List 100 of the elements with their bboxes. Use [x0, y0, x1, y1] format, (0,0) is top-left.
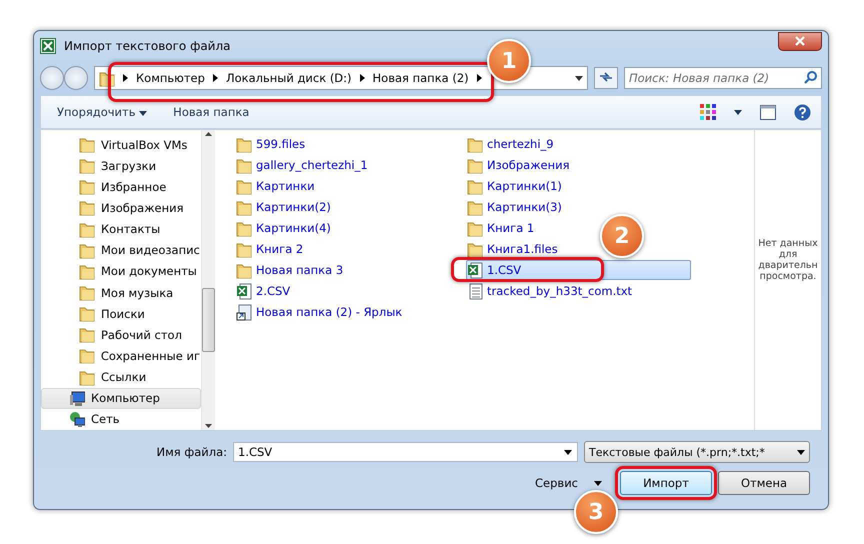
search-field[interactable]: Поиск: Новая папка (2)	[624, 67, 822, 89]
file-item[interactable]: Картинки	[235, 176, 316, 196]
file-item[interactable]: 2.CSV	[235, 281, 292, 301]
folder-icon	[79, 347, 95, 364]
folder-icon	[79, 368, 95, 386]
nav-item[interactable]: Мои видеозапис	[41, 240, 201, 261]
nav-item[interactable]: VirtualBox VMs	[41, 134, 201, 156]
preview-message: Нет данных для дварительн просмотра.	[757, 238, 819, 282]
file-item[interactable]: Новая папка (2) - Ярлык	[235, 302, 404, 322]
nav-item[interactable]: Сохраненные иг	[41, 345, 201, 367]
close-icon	[795, 36, 805, 46]
nav-item[interactable]: Рабочий стол	[41, 324, 201, 346]
organize-menu[interactable]: Упорядочить	[51, 103, 154, 121]
view-grid-icon	[700, 104, 716, 120]
nav-item[interactable]: Контакты	[41, 218, 201, 240]
file-item[interactable]: Книга 1	[466, 218, 536, 238]
scroll-down-icon	[205, 424, 212, 428]
folder-icon	[79, 262, 95, 280]
network-icon	[69, 410, 85, 428]
file-item[interactable]: Картинки(4)	[235, 218, 332, 238]
file-item[interactable]: Книга1.files	[466, 239, 559, 259]
back-button[interactable]	[40, 66, 64, 90]
file-item[interactable]: Картинки(3)	[466, 197, 563, 217]
file-item[interactable]: Новая папка 3	[235, 260, 344, 280]
file-item[interactable]: gallery_chertezhi_1	[235, 155, 369, 175]
folder-icon	[467, 240, 483, 258]
spreadsheet-app-icon	[40, 38, 56, 54]
filename-label: Имя файла:	[156, 445, 227, 459]
breadcrumb-item[interactable]: Компьютер	[136, 71, 205, 85]
spreadsheet-file-icon	[467, 262, 483, 278]
folder-icon	[236, 156, 252, 174]
chevron-icon	[360, 74, 365, 82]
nav-item[interactable]: Загрузки	[41, 155, 201, 176]
file-item[interactable]: Картинки(2)	[235, 197, 332, 217]
scroll-up-icon	[205, 132, 212, 136]
refresh-button[interactable]	[594, 67, 618, 89]
nav-item[interactable]: Изображения	[41, 197, 201, 219]
dropdown-icon	[139, 111, 148, 116]
folder-icon	[467, 156, 483, 174]
search-icon	[804, 71, 817, 84]
shortcut-icon	[236, 304, 252, 320]
help-icon	[794, 104, 811, 120]
dropdown-icon	[594, 481, 602, 486]
folder-icon	[467, 220, 483, 236]
folder-icon	[79, 220, 95, 238]
folder-icon	[467, 178, 483, 194]
folder-icon	[79, 157, 95, 174]
folder-icon	[236, 220, 252, 236]
text-file-icon	[467, 282, 483, 300]
import-button[interactable]: Импорт	[620, 471, 712, 495]
file-item[interactable]: 599.files	[235, 134, 306, 154]
folder-icon	[236, 240, 252, 258]
folder-icon	[79, 326, 95, 344]
folder-icon	[467, 198, 483, 216]
refresh-icon	[599, 70, 613, 82]
chevron-icon	[212, 74, 218, 82]
folder-icon	[79, 136, 95, 154]
dropdown-icon	[564, 450, 572, 455]
nav-item[interactable]: Поиски	[41, 303, 201, 324]
folder-icon	[79, 178, 95, 196]
nav-item[interactable]: Ссылки	[41, 366, 201, 388]
file-item[interactable]: tracked_by_h33t_com.txt	[466, 281, 634, 301]
dropdown-icon	[575, 76, 583, 80]
file-type-dropdown[interactable]: Текстовые файлы (*.prn;*.txt;*	[584, 441, 810, 463]
breadcrumb-item[interactable]: Локальный диск (D:)	[226, 71, 352, 85]
nav-item[interactable]: Компьютер	[41, 388, 201, 409]
window-title: Импорт текстового файла	[64, 39, 232, 53]
folder-icon	[236, 178, 252, 194]
nav-item[interactable]: Моя музыка	[41, 282, 201, 304]
breadcrumb-item[interactable]: Новая папка (2)	[372, 71, 469, 85]
file-item[interactable]: Изображения	[466, 155, 571, 175]
tools-menu[interactable]: Сервис	[531, 476, 606, 490]
new-folder-button[interactable]: Новая папка	[167, 103, 256, 121]
cancel-button[interactable]: Отмена	[718, 471, 810, 495]
spreadsheet-file-icon	[236, 282, 252, 300]
folder-icon	[79, 242, 95, 259]
file-item[interactable]: Картинки(1)	[466, 176, 563, 196]
folder-icon	[467, 136, 483, 152]
preview-pane-icon	[760, 104, 776, 120]
computer-icon	[69, 390, 85, 407]
chevron-icon	[123, 74, 128, 82]
folder-icon	[236, 198, 252, 216]
nav-item[interactable]: Избранное	[41, 176, 201, 198]
file-item[interactable]: Книга 2	[235, 239, 304, 259]
file-item[interactable]: 1.CSV	[466, 260, 691, 280]
dropdown-icon	[734, 110, 742, 114]
filename-field[interactable]: 1.CSV	[233, 442, 578, 462]
nav-item[interactable]: Мои документы	[41, 260, 201, 282]
folder-icon	[79, 305, 95, 322]
scrollbar[interactable]	[201, 130, 215, 430]
file-item[interactable]: chertezhi_9	[466, 134, 555, 154]
folder-icon	[236, 262, 252, 278]
folder-icon	[236, 136, 252, 152]
folder-icon	[79, 284, 95, 302]
close-button[interactable]	[778, 32, 822, 50]
nav-item[interactable]: Сеть	[41, 408, 201, 430]
chevron-icon	[476, 74, 482, 82]
dropdown-icon	[797, 450, 805, 454]
forward-button[interactable]	[64, 66, 88, 90]
scrollbar-thumb[interactable]	[202, 288, 215, 352]
